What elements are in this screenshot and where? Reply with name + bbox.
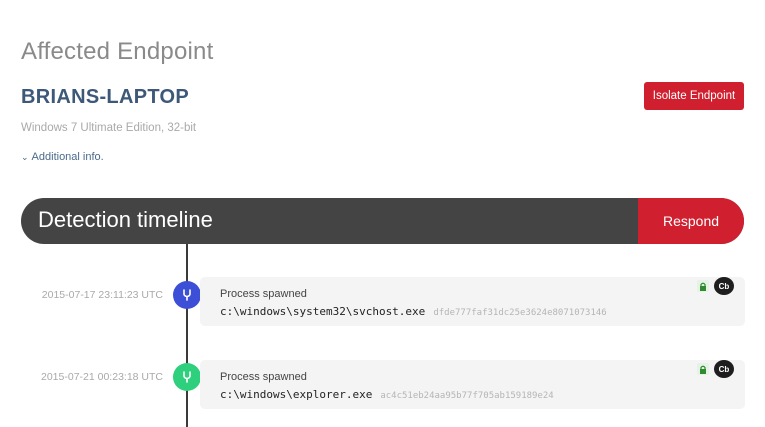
event-path: c:\windows\explorer.exe [220, 388, 373, 401]
timeline-line [186, 244, 188, 427]
event-path: c:\windows\system32\svchost.exe [220, 305, 426, 318]
additional-info-toggle[interactable]: ⌄ Additional info. [21, 151, 104, 163]
event-timestamp: 2015-07-17 23:11:23 UTC [41, 289, 163, 301]
event-type: Process spawned [220, 371, 307, 383]
event-type: Process spawned [220, 288, 307, 300]
endpoint-hostname: BRIANS-LAPTOP [21, 86, 189, 108]
event-timestamp: 2015-07-21 00:23:18 UTC [41, 371, 163, 383]
additional-info-label: Additional info. [31, 151, 104, 163]
process-fork-icon [173, 281, 201, 309]
section-title: Affected Endpoint [21, 38, 214, 65]
process-fork-icon [173, 363, 201, 391]
isolate-endpoint-button[interactable]: Isolate Endpoint [644, 82, 744, 110]
event-hash: ac4c51eb24aa95b77f705ab159189e24 [380, 391, 554, 401]
endpoint-os: Windows 7 Ultimate Edition, 32-bit [21, 122, 197, 134]
event-hash: dfde777faf31dc25e3624e8071073146 [433, 308, 607, 318]
chevron-down-icon: ⌄ [21, 152, 29, 162]
carbon-black-badge: Cb [714, 360, 734, 378]
event-card[interactable]: Process spawned c:\windows\explorer.exe a… [200, 360, 745, 409]
timeline-header: Detection timeline Respond [21, 198, 744, 244]
respond-button[interactable]: Respond [638, 198, 744, 244]
event-card[interactable]: Process spawned c:\windows\system32\svch… [200, 277, 745, 326]
lock-icon [697, 363, 709, 375]
event-path-line: c:\windows\system32\svchost.exe dfde777fa… [220, 305, 607, 318]
carbon-black-badge: Cb [714, 277, 734, 295]
timeline-title: Detection timeline [38, 207, 213, 232]
lock-icon [697, 280, 709, 292]
event-path-line: c:\windows\explorer.exe ac4c51eb24aa95b77… [220, 388, 554, 401]
